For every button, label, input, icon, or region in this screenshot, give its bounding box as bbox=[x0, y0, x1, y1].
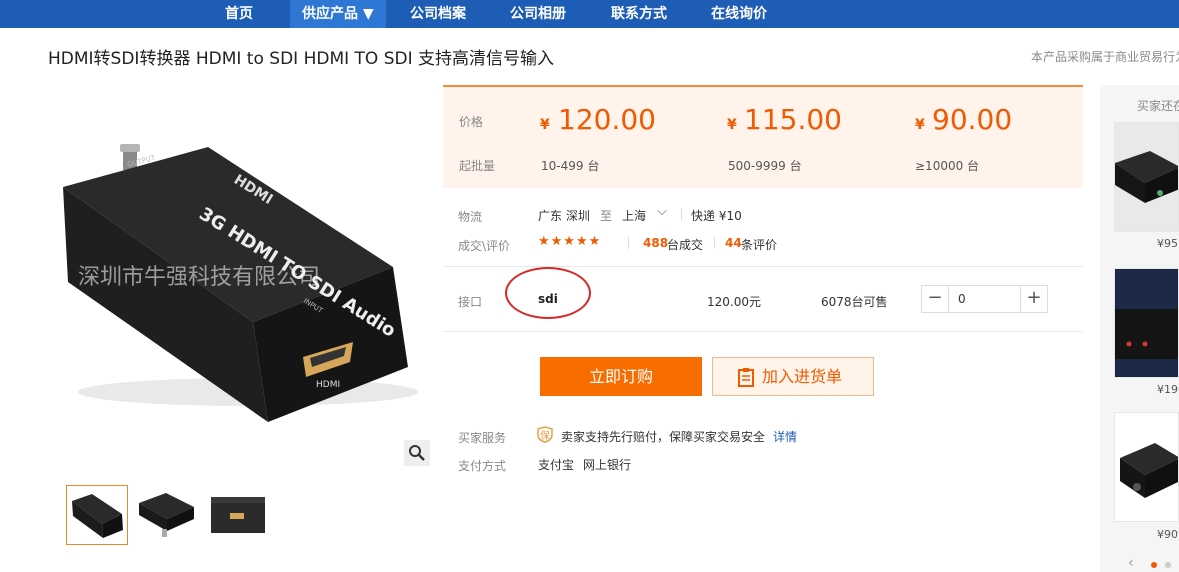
reviews-count[interactable]: 44 bbox=[725, 236, 742, 250]
shield-badge-text: 保 bbox=[540, 431, 550, 442]
payment-label: 支付方式 bbox=[458, 459, 507, 473]
ship-to-word: 至 bbox=[600, 209, 613, 223]
reviews-text: 条评价 bbox=[741, 238, 778, 252]
recommendation-item[interactable] bbox=[1114, 412, 1179, 522]
zoom-button[interactable] bbox=[404, 440, 430, 466]
nav-company-profile[interactable]: 公司档案 bbox=[410, 0, 466, 28]
watermark: 深圳市牛强科技有限公司 bbox=[78, 265, 320, 290]
recommendation-item[interactable] bbox=[1114, 268, 1179, 378]
recommendation-item[interactable] bbox=[1114, 122, 1179, 232]
tier-3-range: ≥10000 台 bbox=[915, 159, 980, 173]
currency-symbol: ¥ bbox=[540, 117, 550, 133]
service-details-link[interactable]: 详情 bbox=[773, 428, 797, 445]
deals-count[interactable]: 488 bbox=[643, 236, 668, 250]
quantity-input[interactable]: 0 bbox=[958, 292, 966, 306]
service-label: 买家服务 bbox=[458, 431, 507, 445]
shield-icon: 保 bbox=[537, 426, 553, 443]
carousel-dot[interactable] bbox=[1165, 562, 1171, 568]
currency-symbol: ¥ bbox=[727, 117, 737, 133]
chevron-left-icon[interactable]: ‹ bbox=[1128, 555, 1134, 571]
trade-notice: 本产品采购属于商业贸易行为 bbox=[1031, 50, 1179, 64]
tier-2-range: 500-9999 台 bbox=[728, 159, 802, 173]
main-product-image[interactable]: HDMI 3G HDMI TO SDI Audio OUTPUT INPUT H… bbox=[48, 92, 428, 462]
divider bbox=[681, 208, 682, 220]
sidebar-title: 买家还在看 bbox=[1137, 99, 1179, 113]
logistics-label: 物流 bbox=[458, 210, 483, 224]
moq-label: 起批量 bbox=[459, 159, 496, 173]
nav-inquiry[interactable]: 在线询价 bbox=[711, 0, 767, 28]
thumbnail-2[interactable] bbox=[136, 485, 198, 545]
currency-symbol: ¥ bbox=[915, 117, 925, 133]
divider bbox=[628, 237, 629, 249]
tier-3-price: 90.00 bbox=[932, 103, 1013, 136]
chevron-down-icon[interactable]: ⌵ bbox=[657, 204, 667, 219]
clipboard-icon bbox=[738, 368, 754, 387]
payment-alipay: 支付宝 bbox=[538, 458, 575, 472]
add-to-cart-button[interactable]: 加入进货单 bbox=[712, 357, 874, 396]
magnifier-icon bbox=[409, 445, 425, 461]
divider bbox=[443, 331, 1083, 332]
thumbnail-1[interactable] bbox=[66, 485, 128, 545]
quantity-stepper: − 0 + bbox=[921, 285, 1048, 313]
nav-company-album[interactable]: 公司相册 bbox=[510, 0, 566, 28]
sku-stock: 6078台可售 bbox=[821, 295, 888, 309]
annotation-circle bbox=[505, 267, 591, 319]
express-fee: 快递 ¥10 bbox=[691, 209, 742, 223]
nav-home[interactable]: 首页 bbox=[225, 0, 253, 28]
product-title: HDMI转SDI转换器 HDMI to SDI HDMI TO SDI 支持高清… bbox=[48, 49, 555, 69]
nav-products[interactable]: 供应产品 ▼ bbox=[290, 0, 386, 28]
thumbnail-3[interactable] bbox=[208, 485, 270, 545]
carousel-dot-active[interactable] bbox=[1151, 562, 1157, 568]
star-rating: ★★★★★ bbox=[538, 234, 602, 249]
recommendation-price: ¥190 bbox=[1157, 383, 1179, 396]
deals-text: 台成交 bbox=[667, 238, 704, 252]
recommendation-price: ¥95 bbox=[1157, 237, 1178, 250]
tier-1-price: 120.00 bbox=[558, 103, 656, 136]
service-text: 卖家支持先行赔付，保障买家交易安全 bbox=[561, 430, 766, 444]
price-label: 价格 bbox=[459, 115, 484, 129]
nav-contact[interactable]: 联系方式 bbox=[611, 0, 667, 28]
rating-label: 成交\评价 bbox=[458, 239, 511, 253]
tier-2-price: 115.00 bbox=[744, 103, 842, 136]
minus-button[interactable]: − bbox=[922, 286, 949, 312]
recommendation-price: ¥90 bbox=[1157, 528, 1178, 541]
ship-to-select[interactable]: 上海 bbox=[622, 207, 646, 224]
sku-label: 接口 bbox=[458, 295, 483, 309]
hdmi-port-label: HDMI bbox=[316, 380, 340, 390]
ship-from: 广东 深圳 bbox=[538, 209, 590, 223]
add-to-cart-label: 加入进货单 bbox=[762, 367, 843, 386]
tier-1-range: 10-499 台 bbox=[541, 159, 600, 173]
divider bbox=[714, 237, 715, 249]
buy-now-button[interactable]: 立即订购 bbox=[540, 357, 702, 396]
top-nav: 首页 供应产品 ▼ 公司档案 公司相册 联系方式 在线询价 bbox=[0, 0, 1179, 28]
payment-online-bank: 网上银行 bbox=[583, 458, 632, 472]
plus-button[interactable]: + bbox=[1020, 286, 1047, 312]
sku-price: 120.00元 bbox=[707, 295, 761, 309]
